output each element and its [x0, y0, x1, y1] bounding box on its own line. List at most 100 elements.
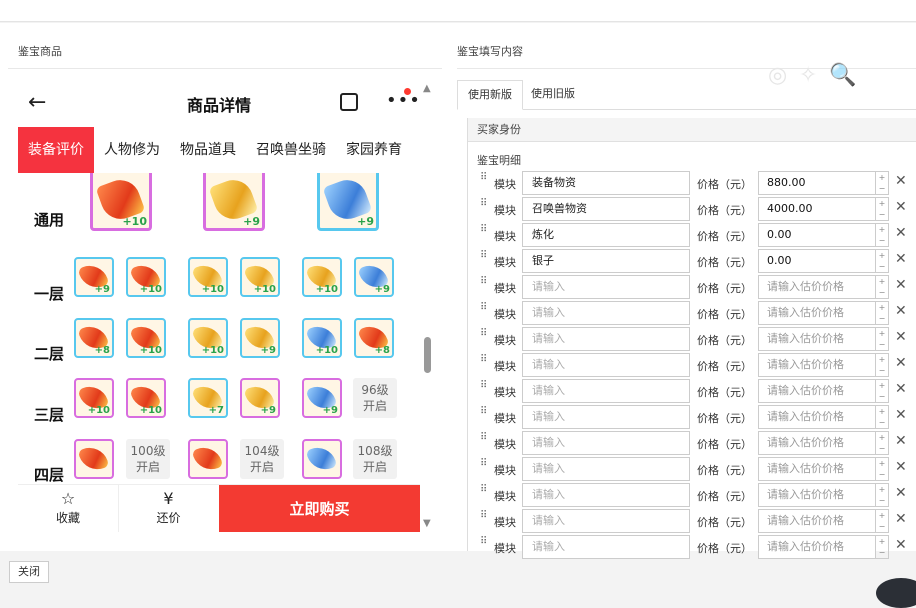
price-stepper[interactable]: + − [876, 353, 889, 377]
delete-row-icon[interactable]: ✕ [895, 407, 907, 423]
price-input[interactable]: 请输入估价价格 [758, 483, 876, 507]
delete-row-icon[interactable]: ✕ [895, 433, 907, 449]
price-stepper[interactable]: + − [876, 275, 889, 299]
item-slot[interactable]: +9 [317, 173, 379, 231]
delete-row-icon[interactable]: ✕ [895, 511, 907, 527]
item-slot[interactable]: +9 [74, 257, 114, 297]
module-name-input[interactable]: 请输入 [522, 379, 690, 403]
drag-handle-icon[interactable]: ⠿ [480, 251, 488, 267]
tab-pets[interactable]: 召唤兽坐骑 [246, 127, 336, 173]
delete-row-icon[interactable]: ✕ [895, 459, 907, 475]
price-input[interactable]: 请输入估价价格 [758, 301, 876, 325]
price-input[interactable]: 请输入估价价格 [758, 509, 876, 533]
tab-home[interactable]: 家园养育 [336, 127, 412, 173]
price-input[interactable]: 4000.00 [758, 197, 876, 221]
bargain-button[interactable]: ¥ 还价 [118, 485, 218, 532]
module-name-input[interactable]: 请输入 [522, 405, 690, 429]
price-input[interactable]: 0.00 [758, 223, 876, 247]
module-name-input[interactable]: 银子 [522, 249, 690, 273]
delete-row-icon[interactable]: ✕ [895, 485, 907, 501]
module-name-input[interactable]: 请输入 [522, 509, 690, 533]
price-input[interactable]: 请输入估价价格 [758, 405, 876, 429]
module-name-input[interactable]: 装备物资 [522, 171, 690, 195]
price-stepper[interactable]: + − [876, 457, 889, 481]
delete-row-icon[interactable]: ✕ [895, 173, 907, 189]
item-slot[interactable]: +10 [302, 318, 342, 358]
price-stepper[interactable]: + − [876, 405, 889, 429]
scroll-up-icon[interactable]: ▲ [423, 83, 431, 94]
more-icon[interactable]: ••• [386, 90, 420, 111]
scroll-thumb[interactable] [424, 337, 431, 373]
item-slot[interactable] [302, 439, 342, 479]
item-slot[interactable]: +10 [126, 257, 166, 297]
item-slot[interactable]: +10 [90, 173, 152, 231]
drag-handle-icon[interactable]: ⠿ [480, 329, 488, 345]
drag-handle-icon[interactable]: ⠿ [480, 303, 488, 319]
drag-handle-icon[interactable]: ⠿ [480, 537, 488, 553]
price-stepper[interactable]: + − [876, 171, 889, 195]
price-stepper[interactable]: + − [876, 535, 889, 559]
tab-character[interactable]: 人物修为 [94, 127, 170, 173]
module-name-input[interactable]: 请输入 [522, 275, 690, 299]
drag-handle-icon[interactable]: ⠿ [480, 199, 488, 215]
price-stepper[interactable]: + − [876, 223, 889, 247]
drag-handle-icon[interactable]: ⠿ [480, 407, 488, 423]
price-input[interactable]: 请输入估价价格 [758, 353, 876, 377]
module-name-input[interactable]: 召唤兽物资 [522, 197, 690, 221]
close-button[interactable]: 关闭 [9, 561, 49, 583]
item-slot[interactable] [74, 439, 114, 479]
module-name-input[interactable]: 请输入 [522, 353, 690, 377]
price-stepper[interactable]: + − [876, 379, 889, 403]
price-stepper[interactable]: + − [876, 197, 889, 221]
item-slot[interactable]: +8 [354, 318, 394, 358]
module-name-input[interactable]: 请输入 [522, 457, 690, 481]
module-name-input[interactable]: 请输入 [522, 301, 690, 325]
floating-widget[interactable] [876, 578, 916, 608]
drag-handle-icon[interactable]: ⠿ [480, 225, 488, 241]
tab-items[interactable]: 物品道具 [170, 127, 246, 173]
module-name-input[interactable]: 请输入 [522, 431, 690, 455]
drag-handle-icon[interactable]: ⠿ [480, 277, 488, 293]
tab-new-version[interactable]: 使用新版 [457, 80, 523, 110]
item-slot[interactable]: +9 [240, 318, 280, 358]
price-input[interactable]: 请输入估价价格 [758, 275, 876, 299]
drag-handle-icon[interactable]: ⠿ [480, 355, 488, 371]
drag-handle-icon[interactable]: ⠿ [480, 459, 488, 475]
delete-row-icon[interactable]: ✕ [895, 225, 907, 241]
price-stepper[interactable]: + − [876, 327, 889, 351]
module-name-input[interactable]: 请输入 [522, 483, 690, 507]
drag-handle-icon[interactable]: ⠿ [480, 173, 488, 189]
tab-old-version[interactable]: 使用旧版 [521, 80, 585, 110]
item-slot[interactable]: +9 [302, 378, 342, 418]
price-input[interactable]: 0.00 [758, 249, 876, 273]
price-input[interactable]: 请输入估价价格 [758, 379, 876, 403]
delete-row-icon[interactable]: ✕ [895, 537, 907, 553]
module-name-input[interactable]: 请输入 [522, 327, 690, 351]
favorite-button[interactable]: ☆ 收藏 [38, 485, 98, 532]
price-stepper[interactable]: + − [876, 431, 889, 455]
item-slot[interactable]: +9 [240, 378, 280, 418]
module-name-input[interactable]: 炼化 [522, 223, 690, 247]
item-slot[interactable]: +10 [74, 378, 114, 418]
price-input[interactable]: 请输入估价价格 [758, 535, 876, 559]
drag-handle-icon[interactable]: ⠿ [480, 381, 488, 397]
item-slot[interactable]: +10 [188, 318, 228, 358]
item-slot[interactable]: +10 [302, 257, 342, 297]
drag-handle-icon[interactable]: ⠿ [480, 511, 488, 527]
price-input[interactable]: 请输入估价价格 [758, 327, 876, 351]
price-input[interactable]: 请输入估价价格 [758, 431, 876, 455]
price-input[interactable]: 880.00 [758, 171, 876, 195]
share-icon[interactable] [340, 93, 358, 111]
delete-row-icon[interactable]: ✕ [895, 329, 907, 345]
item-slot[interactable]: +7 [188, 378, 228, 418]
item-slot[interactable] [188, 439, 228, 479]
drag-handle-icon[interactable]: ⠿ [480, 485, 488, 501]
delete-row-icon[interactable]: ✕ [895, 381, 907, 397]
item-slot[interactable]: +9 [354, 257, 394, 297]
scroll-down-icon[interactable]: ▼ [423, 518, 431, 529]
item-slot[interactable]: +10 [126, 378, 166, 418]
delete-row-icon[interactable]: ✕ [895, 199, 907, 215]
delete-row-icon[interactable]: ✕ [895, 355, 907, 371]
price-stepper[interactable]: + − [876, 301, 889, 325]
module-name-input[interactable]: 请输入 [522, 535, 690, 559]
